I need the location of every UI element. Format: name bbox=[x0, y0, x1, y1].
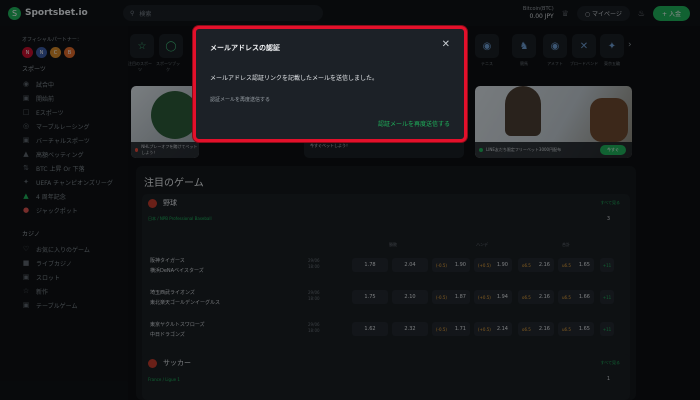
resend-email-link[interactable]: 認証メールを再度送信する bbox=[378, 119, 450, 128]
app-root: S Sportsbet.io ⚲ 検索 Bitcoin(BTC) 0.00 JP… bbox=[0, 0, 700, 400]
modal-subtext: 認証メールを再度送信する bbox=[210, 97, 271, 103]
email-verification-modal: メールアドレスの認証 ✕ メールアドレス認証リンクを記載したメールを送信しました… bbox=[193, 26, 467, 142]
modal-title: メールアドレスの認証 bbox=[210, 44, 280, 52]
modal-message: メールアドレス認証リンクを記載したメールを送信しました。 bbox=[210, 75, 379, 82]
close-icon[interactable]: ✕ bbox=[442, 39, 450, 50]
